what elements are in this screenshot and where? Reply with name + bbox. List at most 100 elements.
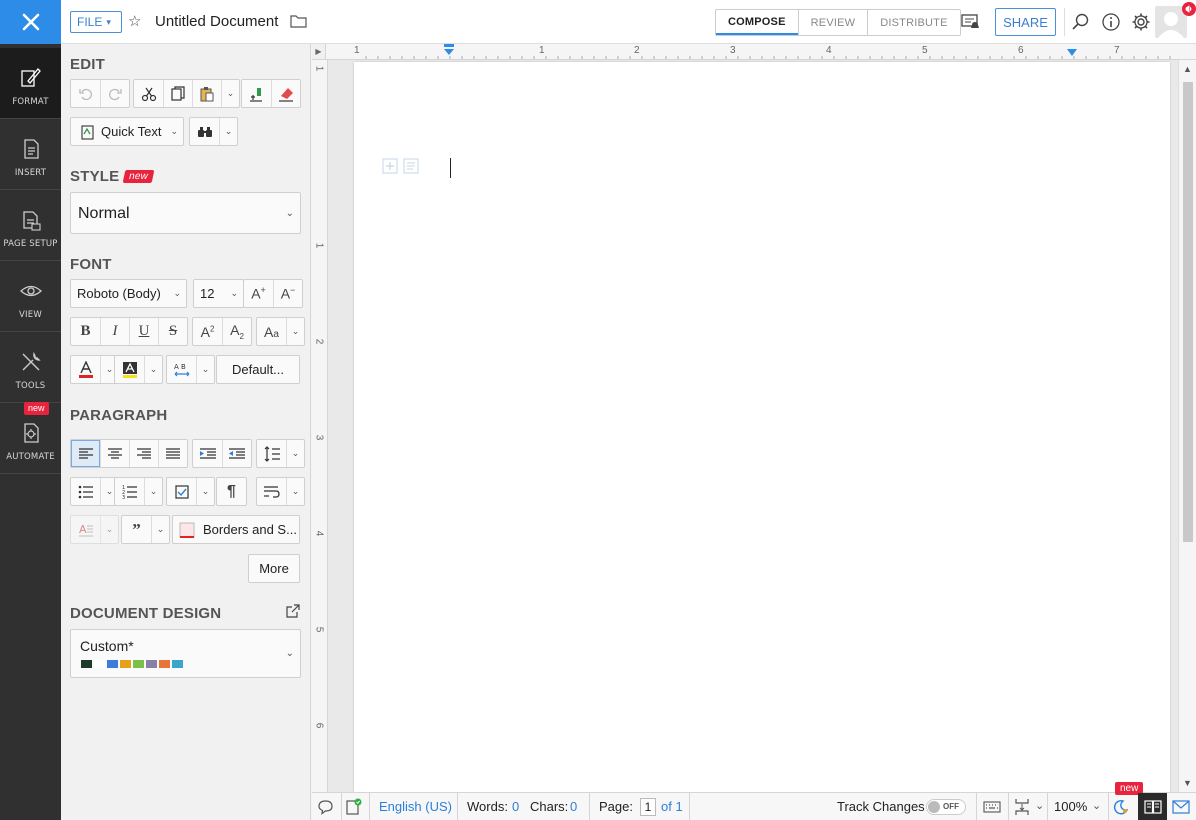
folder-icon[interactable] <box>290 14 307 31</box>
rail-item-insert[interactable]: INSERT <box>0 119 61 190</box>
night-mode-icon[interactable] <box>1113 799 1129 818</box>
clear-format-button[interactable] <box>271 80 300 107</box>
bullet-list-button[interactable] <box>71 478 100 505</box>
tab-review[interactable]: REVIEW <box>797 10 868 35</box>
ruler-toggle[interactable]: ▶ <box>312 44 326 60</box>
highlight-icon <box>122 361 137 378</box>
zoom-level[interactable]: 100% <box>1054 799 1087 814</box>
checklist-button[interactable] <box>167 478 196 505</box>
reading-mode-button[interactable] <box>1138 793 1167 820</box>
zoom-dropdown-icon[interactable]: ⌄ <box>1092 799 1101 812</box>
mail-icon[interactable] <box>1172 800 1190 817</box>
highlight-button[interactable] <box>115 356 144 383</box>
file-menu-button[interactable]: FILE ▾ <box>70 11 122 33</box>
increase-font-button[interactable]: A+ <box>244 280 273 307</box>
numbered-list-dropdown[interactable]: ⌄ <box>144 478 162 505</box>
justify-button[interactable] <box>158 440 187 467</box>
quote-button[interactable]: ” <box>122 516 151 543</box>
strikethrough-button[interactable]: S <box>158 318 187 345</box>
numbered-list-button[interactable]: 123 <box>115 478 144 505</box>
highlight-dropdown[interactable]: ⌄ <box>144 356 162 383</box>
undo-button[interactable] <box>71 80 100 107</box>
quick-text-dropdown[interactable]: Quick Text ⌄ <box>70 117 184 146</box>
find-button[interactable] <box>190 118 219 145</box>
keyboard-icon[interactable] <box>983 800 1001 817</box>
track-changes-toggle[interactable]: OFF <box>926 799 966 815</box>
star-icon[interactable]: ☆ <box>128 12 141 30</box>
left-indent-marker-icon[interactable] <box>443 44 455 56</box>
align-right-button[interactable] <box>129 440 158 467</box>
fit-page-dropdown-icon[interactable]: ⌄ <box>1035 799 1044 812</box>
font-size-dropdown[interactable]: 12 ⌄ <box>193 279 244 308</box>
right-indent-marker-icon[interactable] <box>1066 48 1078 57</box>
find-options-dropdown[interactable]: ⌄ <box>219 118 237 145</box>
fit-page-icon[interactable] <box>1014 798 1030 819</box>
font-color-button[interactable] <box>71 356 100 383</box>
rail-item-page-setup[interactable]: PAGE SETUP <box>0 190 61 261</box>
external-link-icon[interactable] <box>286 604 300 621</box>
paragraph-shading-dropdown[interactable]: ⌄ <box>100 516 118 543</box>
change-case-dropdown[interactable]: ⌄ <box>286 318 304 345</box>
paragraph-shading-button[interactable]: A <box>71 516 100 543</box>
document-title[interactable]: Untitled Document <box>155 13 278 30</box>
doc-check-icon[interactable] <box>345 798 362 818</box>
add-block-icon[interactable] <box>382 158 398 174</box>
tab-compose[interactable]: COMPOSE <box>716 10 798 35</box>
scrollbar-thumb[interactable] <box>1183 82 1193 542</box>
italic-button[interactable]: I <box>100 318 129 345</box>
more-button[interactable]: More <box>248 554 300 583</box>
bold-button[interactable]: B <box>71 318 100 345</box>
language-selector[interactable]: English (US) <box>379 799 452 814</box>
character-spacing-dropdown[interactable]: ⌄ <box>196 356 214 383</box>
gear-icon[interactable] <box>1128 10 1154 34</box>
align-left-button[interactable] <box>71 440 100 467</box>
text-wrap-dropdown[interactable]: ⌄ <box>286 478 304 505</box>
scroll-up-icon[interactable]: ▲ <box>1183 64 1192 74</box>
search-icon[interactable] <box>1068 10 1094 34</box>
scroll-down-icon[interactable]: ▼ <box>1183 778 1192 788</box>
style-dropdown[interactable]: Normal ⌄ <box>70 192 301 234</box>
subscript-button[interactable]: A2 <box>222 318 251 345</box>
vertical-ruler[interactable]: 1 1 2 3 4 5 6 <box>312 60 328 792</box>
copy-button[interactable] <box>163 80 192 107</box>
info-icon[interactable] <box>1098 10 1124 34</box>
cut-button[interactable] <box>134 80 163 107</box>
paste-button[interactable] <box>192 80 221 107</box>
rail-item-tools[interactable]: TOOLS <box>0 332 61 403</box>
chat-bell-icon[interactable] <box>957 10 983 34</box>
decrease-font-button[interactable]: A− <box>273 280 302 307</box>
superscript-button[interactable]: A2 <box>193 318 222 345</box>
borders-and-shading-button[interactable]: Borders and S... <box>172 515 300 544</box>
notification-icon[interactable] <box>1182 2 1196 16</box>
rail-item-view[interactable]: VIEW <box>0 261 61 332</box>
paragraph-menu-icon[interactable] <box>403 158 419 174</box>
tab-distribute[interactable]: DISTRIBUTE <box>867 10 959 35</box>
page-number-input[interactable]: 1 <box>640 798 656 816</box>
paste-options-dropdown[interactable]: ⌄ <box>221 80 239 107</box>
close-button[interactable] <box>0 0 61 44</box>
underline-button[interactable]: U <box>129 318 158 345</box>
rail-item-automate[interactable]: new AUTOMATE <box>0 402 61 474</box>
change-case-button[interactable]: Aa <box>257 318 286 345</box>
checklist-dropdown[interactable]: ⌄ <box>196 478 214 505</box>
font-family-dropdown[interactable]: Roboto (Body) ⌄ <box>70 279 187 308</box>
share-button[interactable]: SHARE <box>995 8 1056 36</box>
text-wrap-button[interactable] <box>257 478 286 505</box>
show-formatting-button[interactable]: ¶ <box>217 478 246 505</box>
line-spacing-button[interactable] <box>257 440 286 467</box>
quote-dropdown[interactable]: ⌄ <box>151 516 169 543</box>
line-spacing-dropdown[interactable]: ⌄ <box>286 440 304 467</box>
character-spacing-button[interactable]: A B <box>167 356 196 383</box>
decrease-indent-button[interactable] <box>222 440 251 467</box>
vertical-scrollbar[interactable]: ▲ ▼ <box>1178 60 1196 792</box>
redo-button[interactable] <box>100 80 129 107</box>
horizontal-ruler[interactable]: 1 1 2 3 4 5 6 7 <box>326 44 1196 60</box>
align-center-button[interactable] <box>100 440 129 467</box>
default-font-button[interactable]: Default... <box>216 355 300 384</box>
rail-item-format[interactable]: FORMAT <box>0 48 61 119</box>
increase-indent-button[interactable] <box>193 440 222 467</box>
format-painter-button[interactable] <box>242 80 271 107</box>
document-design-dropdown[interactable]: Custom* ⌄ <box>70 629 301 678</box>
document-page[interactable] <box>354 62 1170 792</box>
comment-icon[interactable] <box>317 799 334 818</box>
